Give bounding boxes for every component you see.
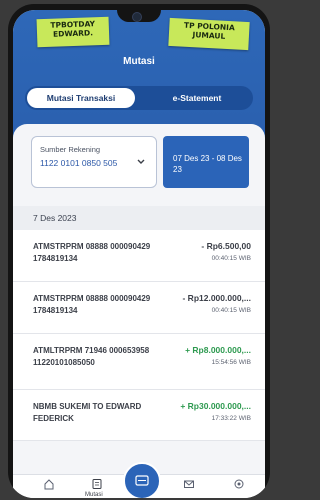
transaction-row[interactable]: ATMSTRPRM 08888 000090429 1784819134 - R…: [13, 230, 265, 282]
date-group-label: 7 Des 2023: [33, 213, 77, 223]
transaction-amount: + Rp30.000.000,...: [180, 401, 251, 411]
screen: TPBOTDAY EDWARD. TP POLONIA JUMAUL Mutas…: [13, 10, 265, 498]
date-group-header: 7 Des 2023: [13, 206, 265, 230]
qris-icon: [135, 475, 149, 486]
chevron-down-icon: [137, 159, 145, 164]
transaction-amount: - Rp6.500,00: [201, 241, 251, 251]
tab-e-statement[interactable]: e-Statement: [143, 86, 251, 110]
transaction-time: 00:40:15 WIB: [211, 307, 251, 314]
transaction-description: ATMSTRPRM 08888 000090429 1784819134: [33, 294, 151, 315]
tab-mutasi-transaksi[interactable]: Mutasi Transaksi: [27, 88, 135, 108]
transaction-amount: + Rp8.000.000,...: [185, 345, 251, 355]
source-account-value: 1122 0101 0850 505: [40, 158, 118, 168]
sticky-note-right: TP POLONIA JUMAUL: [168, 17, 250, 51]
date-range-button[interactable]: 07 Des 23 - 08 Des 23: [163, 136, 249, 188]
transaction-description: ATMSTRPRM 08888 000090429 1784819134: [33, 242, 151, 263]
main-content: Sumber Rekening 1122 0101 0850 505 07 De…: [13, 124, 265, 498]
phone-frame: TPBOTDAY EDWARD. TP POLONIA JUMAUL Mutas…: [8, 4, 270, 498]
settings-icon[interactable]: [233, 478, 245, 490]
transaction-time: 17:33:22 WIB: [211, 415, 251, 422]
mail-icon[interactable]: [183, 478, 195, 490]
qris-button[interactable]: [123, 462, 161, 498]
page-title: Mutasi: [123, 56, 155, 67]
tab-bar: Mutasi Transaksi e-Statement: [25, 86, 253, 110]
camera-icon: [132, 12, 142, 22]
date-range-text: 07 Des 23 - 08 Des 23: [173, 154, 242, 174]
transaction-description: NBMB SUKEMI TO EDWARD FEDERICK: [33, 402, 142, 423]
transaction-time: 00:40:15 WIB: [211, 255, 251, 262]
source-account-label: Sumber Rekening: [40, 145, 101, 154]
nav-label-mutasi: Mutasi: [85, 492, 103, 498]
transaction-row[interactable]: ATMLTRPRM 71946 000653958 11220101085050…: [13, 334, 265, 390]
transaction-row[interactable]: NBMB SUKEMI TO EDWARD FEDERICK + Rp30.00…: [13, 390, 265, 441]
transaction-amount: - Rp12.000.000,...: [182, 293, 251, 303]
sticky-note-left: TPBOTDAY EDWARD.: [36, 16, 110, 48]
home-icon[interactable]: [43, 478, 55, 490]
transaction-time: 15:54:56 WIB: [211, 359, 251, 366]
transaction-row[interactable]: ATMSTRPRM 08888 000090429 1784819134 - R…: [13, 282, 265, 334]
transaction-list: ATMSTRPRM 08888 000090429 1784819134 - R…: [13, 230, 265, 441]
source-account-select[interactable]: Sumber Rekening 1122 0101 0850 505: [31, 136, 157, 188]
mutasi-icon[interactable]: [91, 478, 103, 490]
transaction-description: ATMLTRPRM 71946 000653958 11220101085050: [33, 346, 150, 367]
